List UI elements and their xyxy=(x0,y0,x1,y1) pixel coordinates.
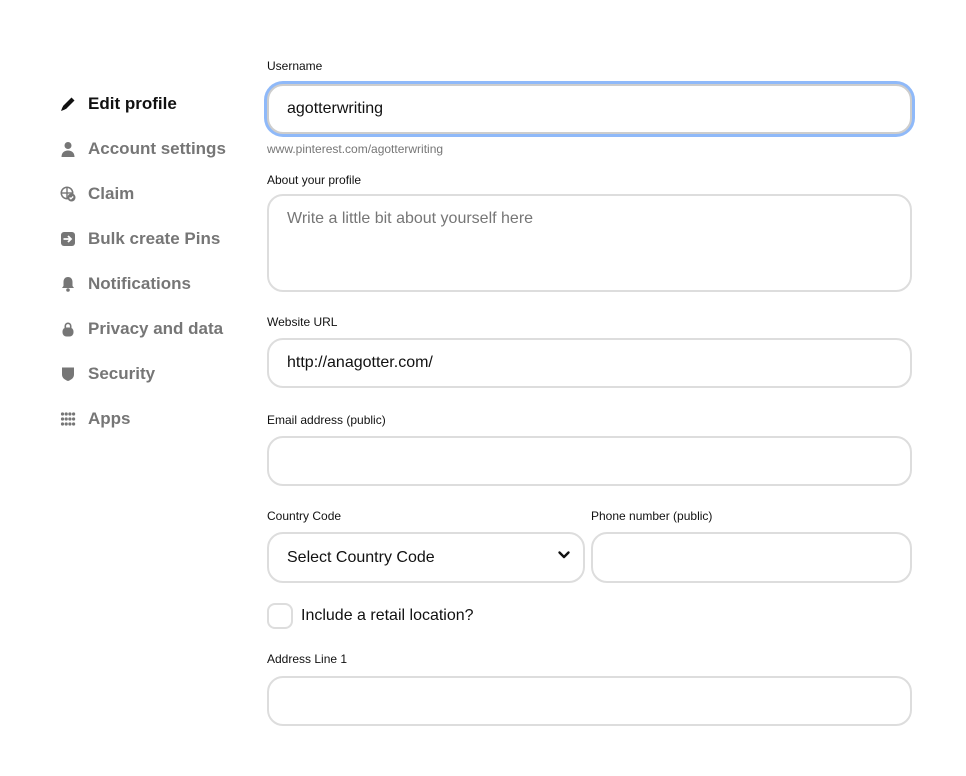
sidebar-item-label: Privacy and data xyxy=(88,319,224,338)
about-label: About your profile xyxy=(267,173,362,187)
username-input[interactable] xyxy=(267,84,912,134)
country-code-select[interactable]: Select Country Code xyxy=(267,532,585,583)
pencil-icon xyxy=(60,94,80,114)
profile-url-helper: www.pinterest.com/agotterwriting xyxy=(267,142,444,156)
chevron-down-icon xyxy=(557,548,571,567)
sidebar-item-label: Notifications xyxy=(88,274,191,293)
globe-check-icon xyxy=(60,184,80,204)
phone-input[interactable] xyxy=(591,532,912,583)
sidebar-item-label: Edit profile xyxy=(88,94,177,113)
address-line-1-input[interactable] xyxy=(267,676,912,726)
username-label: Username xyxy=(267,59,323,73)
import-icon xyxy=(60,229,80,249)
edit-profile-form: Username www.pinterest.com/agotterwritin… xyxy=(267,58,912,726)
phone-label: Phone number (public) xyxy=(591,509,713,523)
retail-location-row: Include a retail location? xyxy=(267,603,912,629)
sidebar-item-privacy-and-data[interactable]: Privacy and data xyxy=(58,317,248,341)
sidebar-item-label: Bulk create Pins xyxy=(88,229,221,248)
sidebar-item-bulk-create-pins[interactable]: Bulk create Pins xyxy=(58,227,248,251)
about-textarea[interactable] xyxy=(267,194,912,292)
sidebar-item-claim[interactable]: Claim xyxy=(58,182,248,206)
person-icon xyxy=(60,139,80,159)
phone-row: Country Code Select Country Code Phone n… xyxy=(267,508,912,583)
sidebar-item-label: Account settings xyxy=(88,139,226,158)
retail-location-label[interactable]: Include a retail location? xyxy=(301,607,474,625)
website-label: Website URL xyxy=(267,315,338,329)
shield-icon xyxy=(60,364,80,384)
email-label: Email address (public) xyxy=(267,413,386,427)
sidebar-item-security[interactable]: Security xyxy=(58,362,248,386)
country-code-label: Country Code xyxy=(267,509,342,523)
sidebar-item-notifications[interactable]: Notifications xyxy=(58,272,248,296)
sidebar-item-edit-profile[interactable]: Edit profile xyxy=(58,92,248,116)
email-input[interactable] xyxy=(267,436,912,486)
sidebar-item-label: Claim xyxy=(88,184,135,203)
grid-icon xyxy=(60,409,80,429)
lock-icon xyxy=(60,319,80,339)
retail-location-checkbox[interactable] xyxy=(267,603,293,629)
country-code-selected: Select Country Code xyxy=(287,548,435,566)
sidebar-item-label: Security xyxy=(88,364,156,383)
settings-sidebar: Edit profile Account settings Claim Bulk… xyxy=(58,92,248,452)
website-input[interactable] xyxy=(267,338,912,388)
address-line-1-label: Address Line 1 xyxy=(267,652,348,666)
sidebar-item-label: Apps xyxy=(88,409,131,428)
sidebar-item-apps[interactable]: Apps xyxy=(58,407,248,431)
bell-icon xyxy=(60,274,80,294)
sidebar-item-account-settings[interactable]: Account settings xyxy=(58,137,248,161)
